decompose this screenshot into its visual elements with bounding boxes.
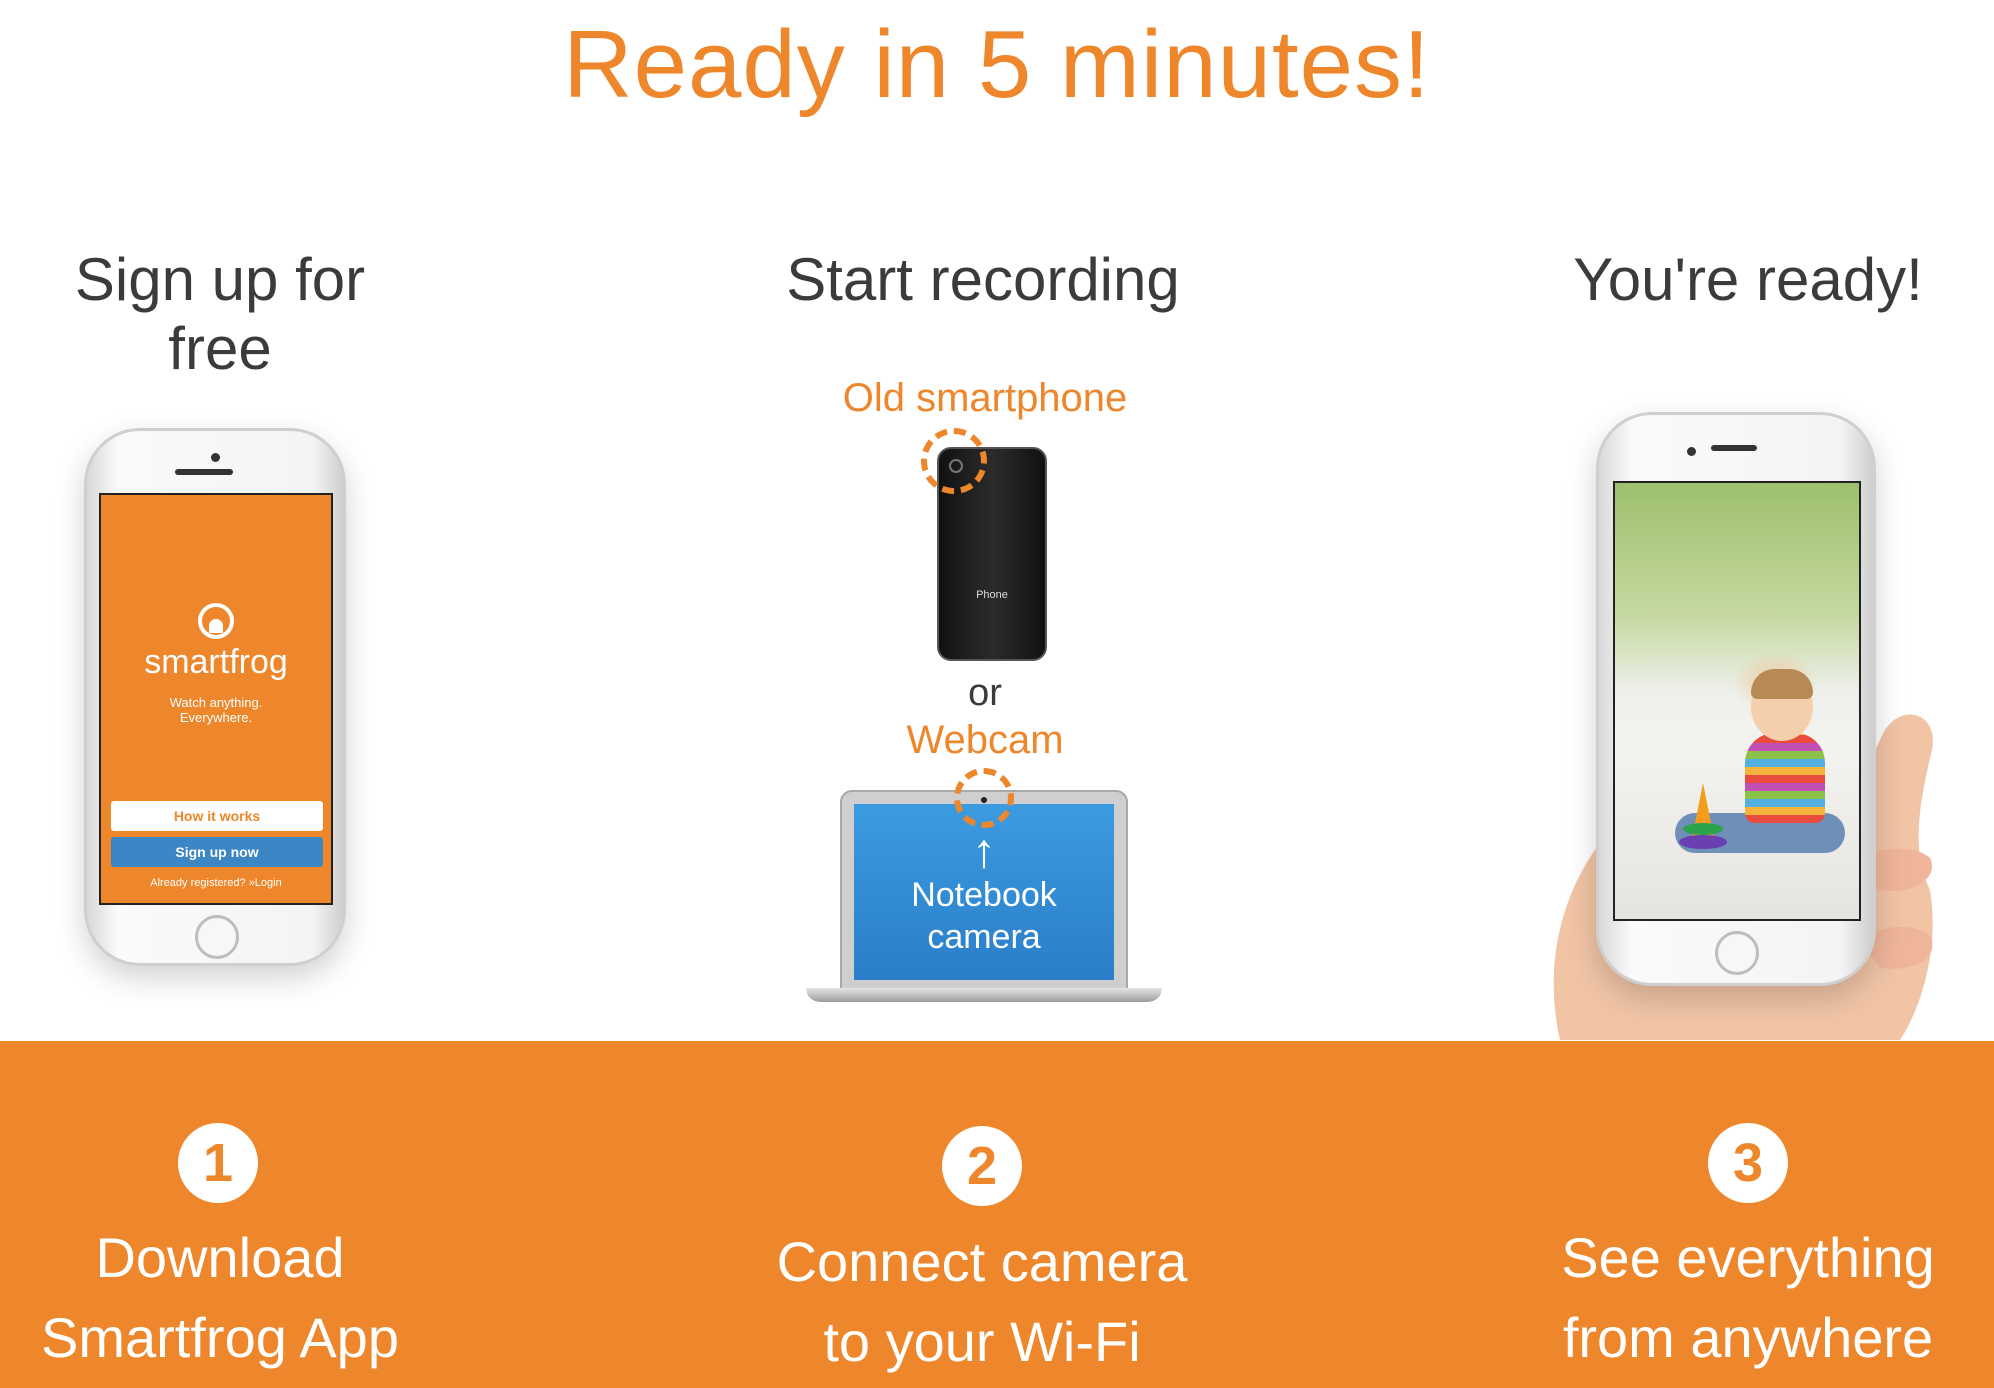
sign-up-now-button[interactable]: Sign up now	[111, 837, 323, 867]
step-3-number: 3	[1708, 1123, 1788, 1203]
laptop-base	[806, 988, 1162, 1002]
front-camera-icon	[1687, 447, 1696, 456]
column-title-ready: You're ready!	[1573, 246, 1923, 313]
rear-camera-highlight	[921, 428, 987, 494]
smartfrog-app-phone: smartfrog Watch anything. Everywhere. Ho…	[84, 428, 346, 966]
old-smartphone-label: Old smartphone	[842, 376, 1128, 420]
column-title-recording: Start recording	[786, 246, 1180, 313]
column-title-signup: Sign up for free	[74, 246, 366, 382]
front-camera-icon	[211, 453, 220, 462]
or-label: or	[968, 672, 1002, 714]
app-tagline: Watch anything. Everywhere.	[169, 695, 263, 725]
live-video-screen	[1613, 481, 1861, 921]
login-link[interactable]: Already registered? »Login	[101, 877, 331, 889]
how-it-works-button[interactable]: How it works	[111, 801, 323, 831]
baby-shirt	[1745, 733, 1825, 823]
step-3-text: See everything from anywhere	[1561, 1226, 1935, 1369]
notebook-camera-label: Notebook camera	[911, 876, 1057, 956]
webcam-highlight	[954, 768, 1014, 828]
webcam-label: Webcam	[906, 718, 1064, 762]
home-button	[195, 915, 239, 959]
baby-hair	[1751, 669, 1813, 699]
toy-ring	[1679, 835, 1727, 849]
speaker-grille	[1711, 445, 1757, 451]
arrow-up-icon: ↑	[972, 825, 996, 878]
toy-ring	[1683, 823, 1723, 835]
step-2-text: Connect camera to your Wi-Fi	[776, 1230, 1188, 1373]
step-1-text: Download Smartfrog App	[41, 1226, 399, 1369]
viewer-phone	[1596, 412, 1876, 986]
brand-name: smartfrog	[144, 643, 288, 681]
step-1-number: 1	[178, 1123, 258, 1203]
app-screen: smartfrog Watch anything. Everywhere. Ho…	[99, 493, 333, 905]
step-2-number: 2	[942, 1126, 1022, 1206]
headline: Ready in 5 minutes!	[563, 11, 1431, 118]
phone-back-label: Phone	[976, 589, 1008, 601]
smartfrog-logo-icon	[198, 603, 234, 639]
speaker-grille	[175, 469, 233, 475]
home-button	[1715, 931, 1759, 975]
